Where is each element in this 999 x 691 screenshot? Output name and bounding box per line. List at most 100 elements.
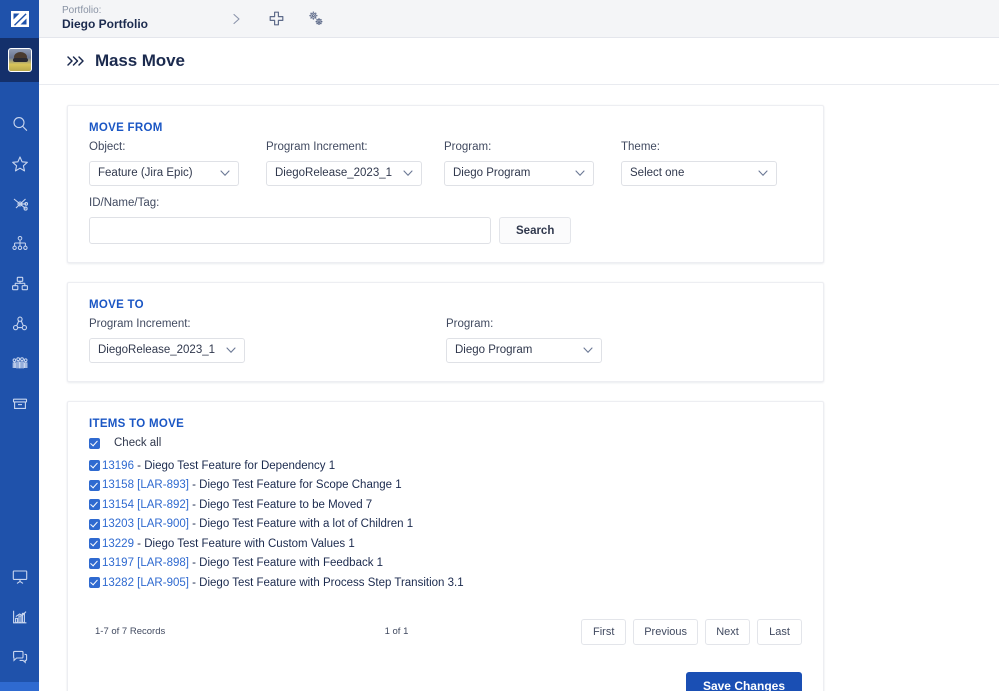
sidebar-item-search[interactable] [0,104,39,144]
object-select-wrap: Feature (Jira Epic) [89,161,239,186]
avatar-container[interactable] [0,38,39,82]
item-checkbox[interactable] [89,499,100,511]
sidebar-active-indicator [0,682,39,691]
field-program: Program: Diego Program [444,141,621,186]
move-from-card: MOVE FROM Object: Feature (Jira Epic) Pr… [67,105,824,263]
nodes-icon [12,316,27,331]
item-description: - Diego Test Feature for Scope Change 1 [188,479,402,492]
sidebar-item-hierarchy[interactable] [0,224,39,264]
item-description: - Diego Test Feature to be Moved 7 [188,498,373,511]
sidebar-item-network[interactable] [0,184,39,224]
item-checkbox[interactable] [89,460,100,472]
last-page-button[interactable]: Last [757,618,802,645]
left-sidebar [0,0,39,691]
object-select[interactable]: Feature (Jira Epic) [89,161,239,186]
item-id[interactable]: 13282 [LAR-905] [102,577,189,589]
sidebar-item-nodes[interactable] [0,304,39,344]
avatar [7,48,32,72]
field-move-to-program: Program: Diego Program [446,318,746,363]
first-page-button[interactable]: First [581,618,627,645]
list-item[interactable]: 13282 [LAR-905] - Diego Test Feature wit… [89,573,802,593]
field-object-label: Object: [89,141,126,153]
item-label: 13158 [LAR-893] - Diego Test Feature for… [102,479,402,491]
app-logo-icon [10,11,29,27]
program-select[interactable]: Diego Program [444,161,594,186]
item-id[interactable]: 13158 [LAR-893] [102,479,189,491]
sidebar-item-chat[interactable] [0,637,39,677]
field-theme-label: Theme: [621,141,660,153]
plus-icon[interactable] [256,0,296,38]
sidebar-item-favorites[interactable] [0,144,39,184]
list-item[interactable]: 13203 [LAR-900] - Diego Test Feature wit… [89,515,802,535]
search-button[interactable]: Search [499,217,572,244]
program-increment-select[interactable]: DiegoRelease_2023_1 [266,161,422,186]
check-all-checkbox[interactable] [89,437,100,449]
portfolio-label: Portfolio: [62,5,102,17]
app-root: Portfolio: Diego Portfolio Mass Move MOV… [0,0,999,691]
id-name-tag-label: ID/Name/Tag: [89,197,160,209]
star-icon [11,156,28,172]
move-to-fields: Program Increment: DiegoRelease_2023_1 P… [89,318,802,363]
move-from-fields: Object: Feature (Jira Epic) Program Incr… [89,141,802,186]
breadcrumb[interactable]: Portfolio: Diego Portfolio [62,6,148,30]
save-changes-button[interactable]: Save Changes [685,671,802,691]
item-checkbox[interactable] [89,538,100,550]
sidebar-item-presentation[interactable] [0,557,39,597]
sidebar-nav [0,82,39,424]
page-indicator: 1 of 1 [384,626,409,637]
gears-icon[interactable] [296,0,336,38]
item-checkbox[interactable] [89,518,100,530]
item-label: 13154 [LAR-892] - Diego Test Feature to … [102,499,372,511]
program-select-wrap: Diego Program [444,161,594,186]
item-checkbox[interactable] [89,577,100,589]
check-all-row[interactable]: Check all [89,437,802,449]
archive-icon [12,398,27,409]
next-page-button[interactable]: Next [705,618,750,645]
list-item[interactable]: 13197 [LAR-898] - Diego Test Feature wit… [89,554,802,574]
items-to-move-title: ITEMS TO MOVE [89,418,185,430]
sidebar-item-org-chart[interactable] [0,264,39,304]
move-to-title: MOVE TO [89,299,144,311]
sidebar-nav-bottom [0,557,39,677]
item-checkbox[interactable] [89,557,100,569]
presentation-icon [12,570,27,584]
move-from-title: MOVE FROM [89,122,163,134]
item-label: 13229 - Diego Test Feature with Custom V… [102,538,355,550]
theme-select[interactable]: Select one [621,161,777,186]
items-list: 13196 - Diego Test Feature for Dependenc… [89,456,802,593]
item-id[interactable]: 13196 [102,460,134,472]
sidebar-item-people[interactable] [0,344,39,384]
pagination: 1-7 of 7 Records 1 of 1 First Previous N… [89,618,802,645]
search-row: Search [89,217,802,244]
triple-chevron-icon [66,54,86,68]
field-move-to-program-increment: Program Increment: DiegoRelease_2023_1 [89,318,446,363]
app-logo[interactable] [0,0,39,38]
field-program-increment: Program Increment: DiegoRelease_2023_1 [266,141,444,186]
list-item[interactable]: 13196 - Diego Test Feature for Dependenc… [89,456,802,476]
list-item[interactable]: 13229 - Diego Test Feature with Custom V… [89,534,802,554]
list-item[interactable]: 13154 [LAR-892] - Diego Test Feature to … [89,495,802,515]
list-item[interactable]: 13158 [LAR-893] - Diego Test Feature for… [89,476,802,496]
item-id[interactable]: 13229 [102,538,134,550]
chevron-right-icon[interactable] [216,0,256,38]
sidebar-item-analytics[interactable] [0,597,39,637]
sidebar-item-archive[interactable] [0,384,39,424]
chevron-right-glyph [233,13,240,24]
analytics-icon [12,610,26,624]
program-increment-select-wrap: DiegoRelease_2023_1 [266,161,422,186]
item-label: 13282 [LAR-905] - Diego Test Feature wit… [102,577,464,589]
item-id[interactable]: 13197 [LAR-898] [102,557,189,569]
previous-page-button[interactable]: Previous [633,618,698,645]
move-to-program-increment-select[interactable]: DiegoRelease_2023_1 [89,338,245,363]
field-move-to-program-label: Program: [446,318,494,330]
field-program-increment-label: Program Increment: [266,141,368,153]
search-input[interactable] [89,217,491,244]
check-all-label: Check all [114,437,162,449]
item-id[interactable]: 13203 [LAR-900] [102,518,189,530]
move-to-program-select-wrap: Diego Program [446,338,602,363]
item-checkbox[interactable] [89,479,100,491]
field-move-to-pi-label: Program Increment: [89,318,191,330]
move-to-program-select[interactable]: Diego Program [446,338,602,363]
item-id[interactable]: 13154 [LAR-892] [102,499,189,511]
people-icon [12,357,27,369]
